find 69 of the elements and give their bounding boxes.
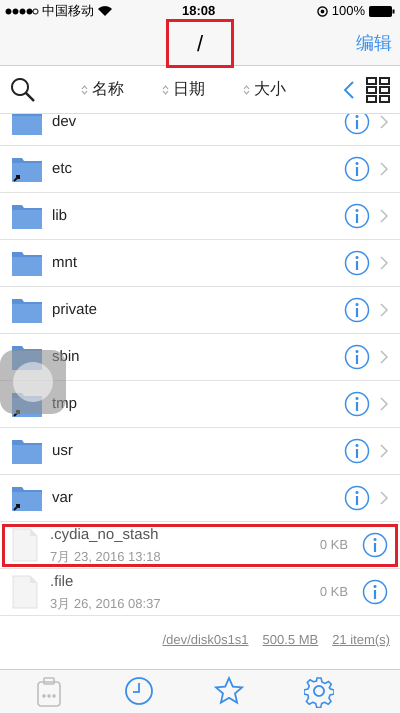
file-date: 7月 23, 2016 13:18	[50, 548, 161, 566]
file-row[interactable]: .file 3月 26, 2016 08:37 0 KB	[0, 569, 400, 616]
chevron-right-icon	[380, 256, 388, 270]
folder-name: mnt	[52, 252, 78, 273]
sort-button[interactable]: 名称	[81, 78, 124, 102]
info-icon[interactable]	[344, 391, 370, 417]
file-row[interactable]: .cydia_no_stash 7月 23, 2016 13:18 0 KB	[0, 522, 400, 569]
clock-icon[interactable]	[124, 676, 154, 708]
document-icon	[12, 575, 38, 609]
info-icon[interactable]	[344, 114, 370, 135]
file-size: 0 KB	[320, 583, 348, 602]
sort-button[interactable]: 日期	[162, 78, 205, 102]
folder-row[interactable]: private	[0, 287, 400, 334]
rotation-lock-icon	[316, 6, 328, 16]
info-icon[interactable]	[344, 344, 370, 370]
item-count-link[interactable]: 21 item(s)	[332, 630, 390, 650]
folder-name: private	[52, 300, 98, 320]
battery-percent: 100%	[332, 2, 365, 20]
info-icon[interactable]	[362, 579, 388, 605]
info-icon[interactable]	[344, 438, 370, 464]
capacity-link[interactable]: 500.5 MB	[262, 630, 318, 650]
folder-name: usr	[52, 440, 73, 461]
chevron-right-icon	[380, 491, 388, 505]
sort-arrows-icon	[162, 84, 169, 96]
chevron-right-icon	[380, 209, 388, 223]
sort-button[interactable]: 大小	[243, 78, 286, 102]
folder-row[interactable]: etc	[0, 146, 400, 193]
chevron-right-icon	[380, 115, 388, 129]
folder-name: var	[52, 488, 73, 508]
folder-row[interactable]: usr	[0, 428, 400, 475]
file-name: .cydia_no_stash	[50, 525, 160, 545]
wifi-icon	[98, 6, 112, 16]
chevron-right-icon	[380, 162, 388, 176]
file-date: 3月 26, 2016 08:37	[50, 594, 161, 612]
folder-row[interactable]: sbin	[0, 334, 400, 381]
chevron-right-icon	[380, 303, 388, 317]
device-path-link[interactable]: /dev/disk0s1s1	[162, 630, 249, 650]
carrier-label: 中国移动	[42, 2, 94, 20]
chevron-right-icon	[380, 350, 388, 364]
document-icon	[12, 528, 38, 562]
info-icon[interactable]	[344, 485, 370, 511]
folder-name: lib	[52, 206, 68, 226]
file-size: 0 KB	[320, 536, 348, 554]
sort-arrows-icon	[243, 84, 250, 96]
info-icon[interactable]	[344, 156, 370, 182]
folder-row[interactable]: mnt	[0, 240, 400, 287]
clock-time: 18:08	[182, 2, 216, 20]
grid-view-icon[interactable]	[366, 76, 390, 102]
file-name: .file	[50, 572, 74, 592]
settings-icon[interactable]	[304, 676, 334, 708]
folder-name: sbin	[52, 346, 80, 367]
chevron-right-icon	[380, 444, 388, 458]
info-icon[interactable]	[362, 532, 388, 558]
path-title: /	[166, 19, 234, 68]
info-icon[interactable]	[344, 297, 370, 323]
battery-icon	[369, 6, 395, 16]
folder-row[interactable]: var	[0, 475, 400, 522]
back-chevron-icon[interactable]	[344, 80, 354, 98]
chevron-right-icon	[380, 397, 388, 411]
info-icon[interactable]	[344, 203, 370, 229]
signal-icon	[5, 8, 39, 14]
folder-row[interactable]: dev	[0, 114, 400, 146]
search-icon[interactable]	[10, 76, 36, 102]
info-icon[interactable]	[344, 250, 370, 276]
folder-row[interactable]: lib	[0, 193, 400, 240]
folder-name: dev	[52, 114, 76, 132]
folder-name: etc	[52, 158, 72, 179]
sort-arrows-icon	[81, 84, 88, 96]
star-icon[interactable]	[214, 676, 244, 708]
